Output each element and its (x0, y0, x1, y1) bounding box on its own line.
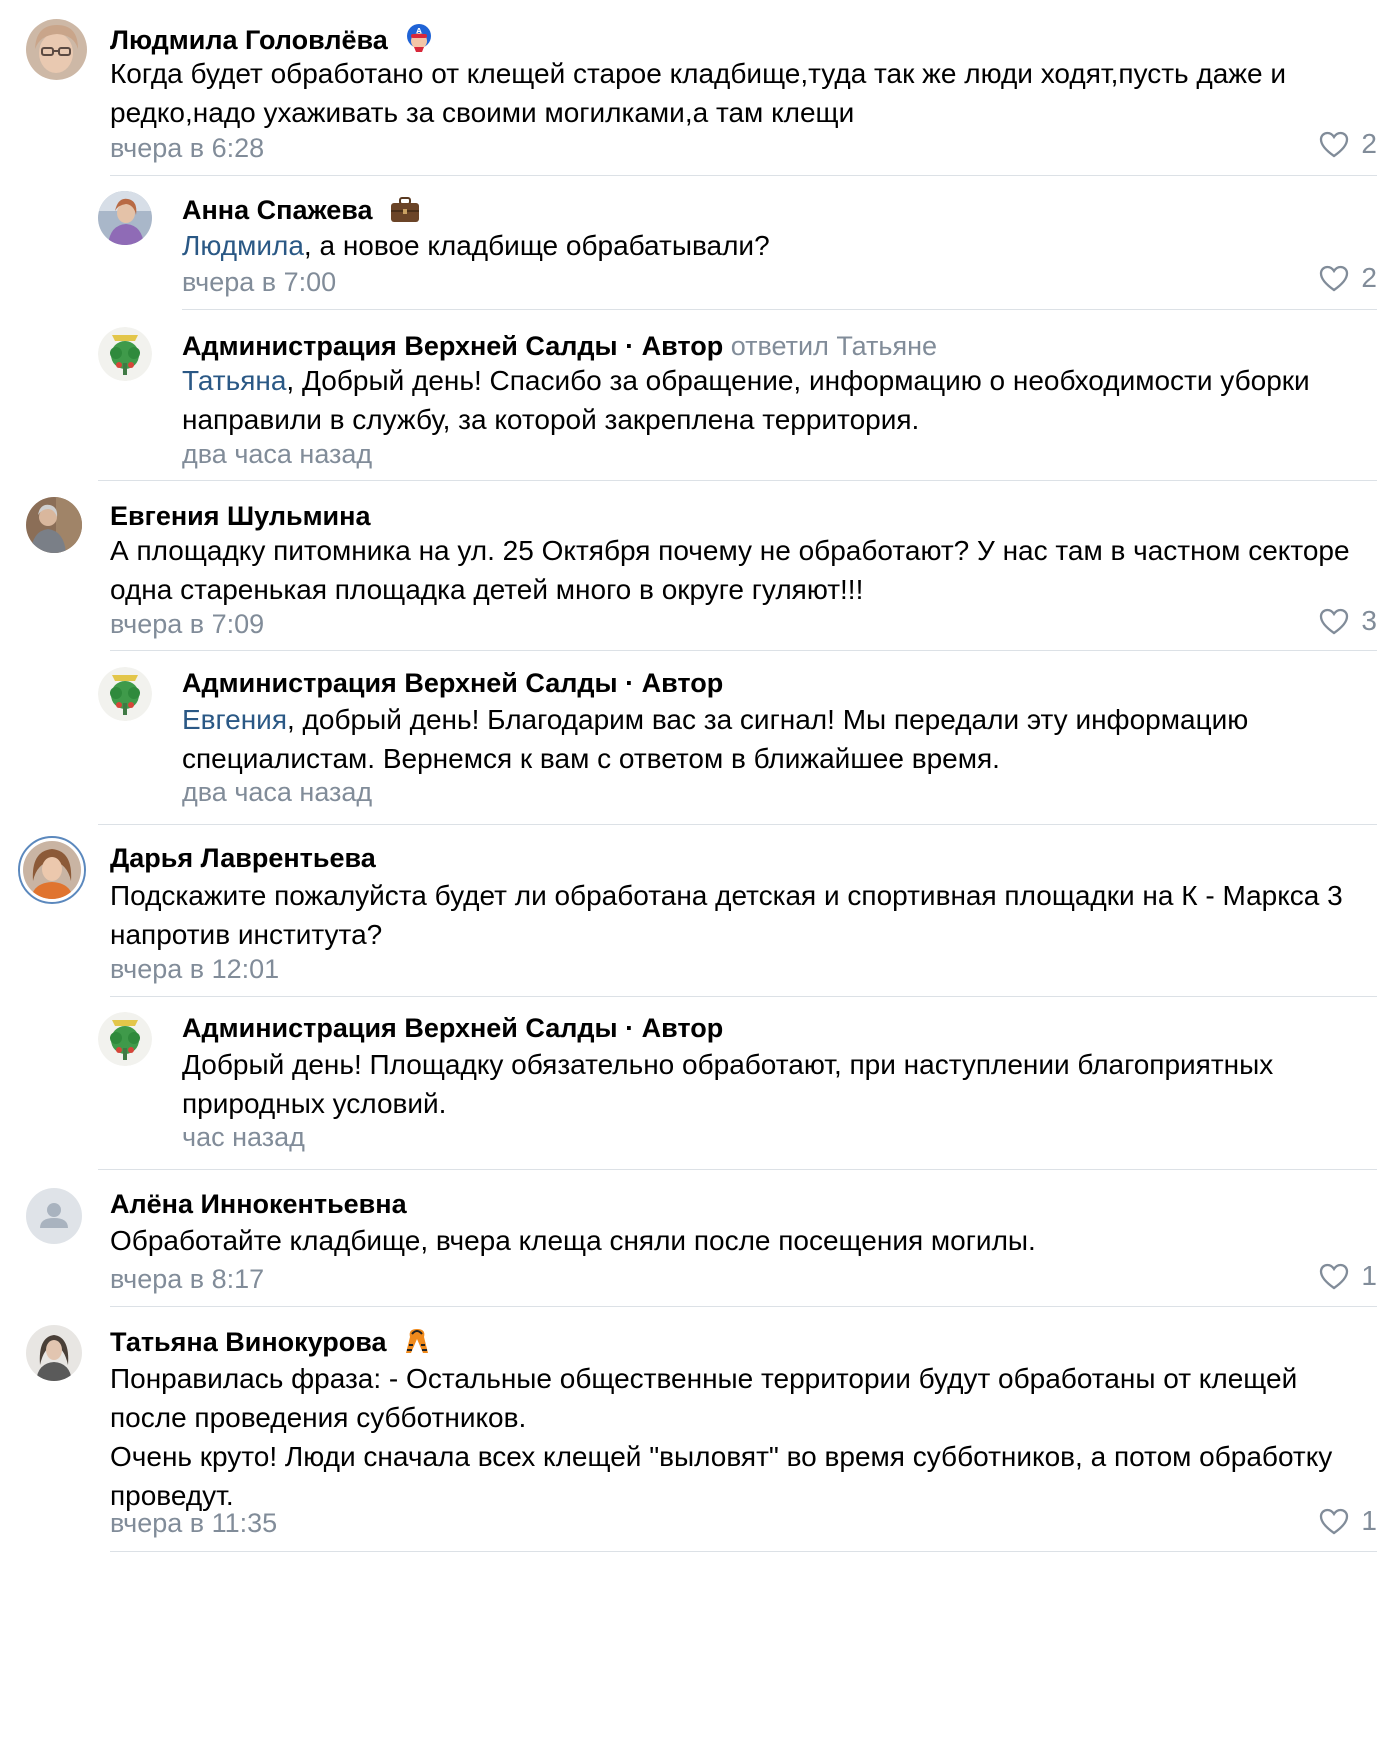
mention-link[interactable]: Татьяна (182, 365, 286, 396)
heart-icon (1320, 1508, 1349, 1534)
mention-link[interactable]: Евгения (182, 704, 287, 735)
like-button[interactable]: 3 (1319, 605, 1377, 637)
comment-time[interactable]: вчера в 8:17 (110, 1262, 264, 1296)
like-button[interactable]: 2 (1319, 128, 1377, 160)
avatar[interactable] (98, 327, 152, 381)
svg-text:A: A (417, 27, 423, 35)
author-name[interactable]: Администрация Верхней Салды · Автор (182, 668, 723, 698)
divider (110, 1551, 1377, 1552)
author-name[interactable]: Администрация Верхней Салды · Автор (182, 331, 723, 361)
comment-time[interactable]: вчера в 6:28 (110, 131, 264, 165)
avatar[interactable] (26, 1325, 82, 1381)
avatar[interactable] (18, 836, 86, 904)
reply: Анна Спажева Людмила, а новое кладбище о… (98, 170, 1377, 310)
author-name[interactable]: Дарья Лаврентьева (110, 843, 376, 873)
comment-text: Обработайте кладбище, вчера клеща сняли … (110, 1225, 1036, 1256)
comment-time[interactable]: час назад (182, 1120, 305, 1154)
reply: Администрация Верхней Салды · Автор Евге… (98, 645, 1377, 825)
comment: Алёна Иннокентьевна Обработайте кладбище… (26, 1166, 1377, 1307)
comment-time[interactable]: вчера в 7:00 (182, 265, 336, 299)
reply-to-label[interactable]: ответил Татьяне (731, 331, 937, 361)
comment: Людмила Головлёва A Когда будет обработа… (26, 0, 1377, 176)
comment-time[interactable]: два часа назад (182, 775, 372, 809)
mention-link[interactable]: Людмила (182, 230, 304, 261)
comment-time[interactable]: вчера в 7:09 (110, 607, 264, 641)
like-count: 1 (1361, 1260, 1377, 1291)
comment-text: Понравилась фраза: - Остальные обществен… (110, 1363, 1333, 1511)
comment-text: А площадку питомника на ул. 25 Октября п… (110, 535, 1350, 605)
avatar[interactable] (26, 19, 87, 80)
avatar[interactable] (98, 1012, 152, 1066)
comment-text: Татьяна, Добрый день! Спасибо за обращен… (182, 365, 1310, 435)
comment-time[interactable]: два часа назад (182, 437, 372, 471)
author-name[interactable]: Алёна Иннокентьевна (110, 1189, 407, 1219)
comment-text: Подскажите пожалуйста будет ли обработан… (110, 880, 1343, 950)
heart-icon (1320, 131, 1349, 157)
avatar[interactable] (98, 191, 152, 245)
avatar[interactable] (26, 497, 82, 553)
comment: Татьяна Винокурова Понравилась фраза: - … (26, 1304, 1377, 1554)
comments-thread: Людмила Головлёва A Когда будет обработа… (0, 0, 1400, 1758)
like-count: 1 (1361, 1505, 1377, 1536)
reply: Администрация Верхней Салды · Автор отве… (98, 306, 1377, 481)
author-name[interactable]: Людмила Головлёва (110, 25, 388, 55)
author-name[interactable]: Евгения Шульмина (110, 501, 370, 531)
comment-text: Когда будет обработано от клещей старое … (110, 58, 1287, 128)
comment: Дарья Лаврентьева Подскажите пожалуйста … (18, 820, 1377, 997)
comment: Евгения Шульмина А площадку питомника на… (26, 476, 1377, 651)
comment-time[interactable]: вчера в 12:01 (110, 952, 279, 986)
heart-icon (1320, 265, 1349, 291)
reply: Администрация Верхней Салды · Автор Добр… (98, 990, 1377, 1170)
heart-icon (1320, 608, 1349, 634)
like-count: 2 (1361, 262, 1377, 293)
comment-time[interactable]: вчера в 11:35 (110, 1506, 277, 1540)
comment-text: Людмила, а новое кладбище обрабатывали? (182, 230, 770, 261)
heart-icon (1320, 1263, 1349, 1289)
avatar[interactable] (98, 667, 152, 721)
like-count: 3 (1361, 605, 1377, 636)
like-count: 2 (1361, 128, 1377, 159)
like-button[interactable]: 1 (1319, 1260, 1377, 1292)
avatar[interactable] (26, 1188, 82, 1244)
comment-text: Евгения, добрый день! Благодарим вас за … (182, 704, 1249, 774)
author-name[interactable]: Администрация Верхней Салды · Автор (182, 1013, 723, 1043)
author-name[interactable]: Анна Спажева (182, 195, 373, 225)
author-name[interactable]: Татьяна Винокурова (110, 1327, 387, 1357)
like-button[interactable]: 2 (1319, 262, 1377, 294)
like-button[interactable]: 1 (1319, 1505, 1377, 1537)
comment-text: Добрый день! Площадку обязательно обрабо… (182, 1049, 1274, 1119)
